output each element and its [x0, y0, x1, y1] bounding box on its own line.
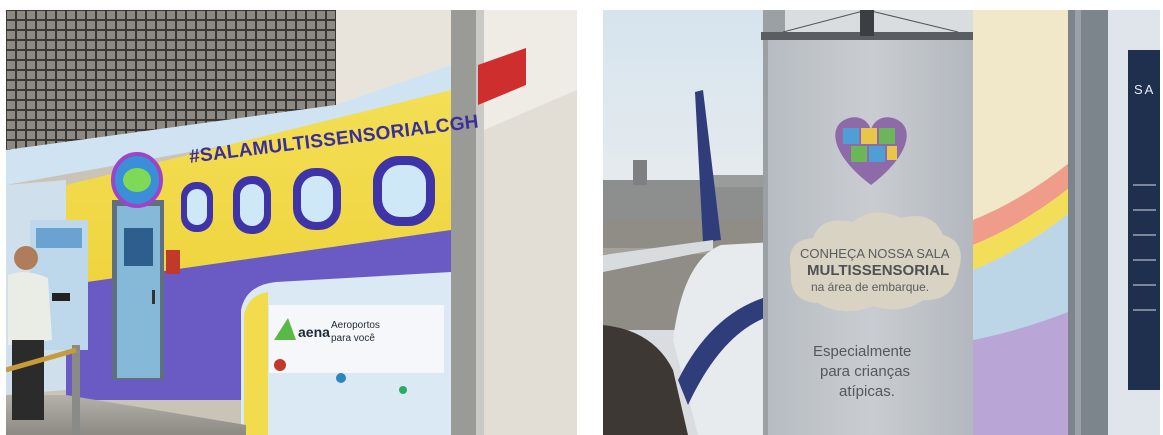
- door-handle[interactable]: [152, 290, 155, 304]
- mural-yellow-stripe: [244, 292, 268, 435]
- room-logo-badge-inner: [123, 168, 151, 192]
- info-sign-dark-panel: [1128, 50, 1160, 390]
- window-frame-right: [1068, 10, 1108, 435]
- aena-tagline-line1: Aeroportos: [331, 320, 380, 331]
- banner-line-4: Especialmente: [813, 343, 912, 360]
- banner-line-6: atípicas.: [839, 383, 895, 400]
- steel-pillar: [451, 10, 476, 435]
- person-legs: [12, 340, 44, 420]
- banner-hook: [860, 10, 874, 36]
- phone: [52, 293, 70, 301]
- right-wall-shadow: [484, 90, 577, 435]
- banner-line-2: MULTISSENSORIAL: [807, 262, 950, 279]
- banner-line-5: para crianças: [820, 363, 911, 380]
- banner-line-3: na área de embarque.: [811, 280, 930, 294]
- fire-alarm-box: [166, 250, 180, 274]
- aena-tagline-line2: para você: [331, 333, 375, 344]
- sponsor-logo-3: [399, 386, 407, 394]
- photo-multisensory-room-entrance: #SALAMULTISSENSORIALCGH aena Aeroportos …: [6, 10, 577, 435]
- window-sign-fragment: SA: [1134, 82, 1156, 97]
- photo-banner-window: CONHEÇA NOSSA SALA MULTISSENSORIAL na ár…: [603, 10, 1160, 435]
- aena-logo-word: aena: [298, 324, 330, 340]
- person-body: [8, 272, 52, 345]
- banner-line-1: CONHEÇA NOSSA SALA: [800, 246, 950, 261]
- entrance-scene: [6, 10, 577, 435]
- sponsor-logo-1: [274, 359, 286, 371]
- barrier-post: [72, 345, 80, 435]
- sponsor-logo-2: [336, 373, 346, 383]
- door-sign: [124, 228, 153, 266]
- person-head: [14, 246, 38, 270]
